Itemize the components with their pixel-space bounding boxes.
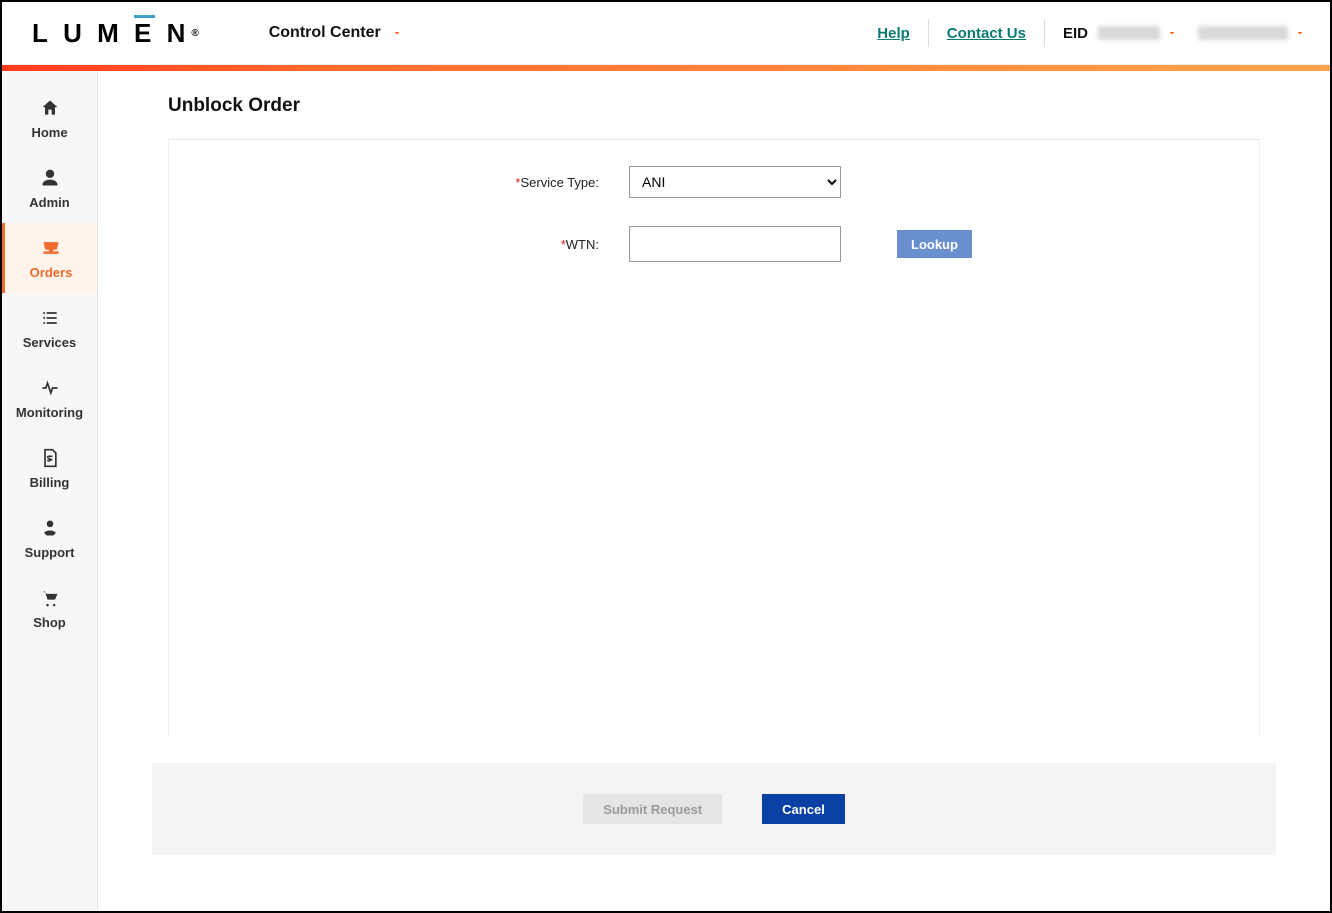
sidebar-item-billing[interactable]: $ Billing: [2, 433, 97, 503]
chevron-down-icon: [1166, 27, 1178, 39]
wtn-input[interactable]: [629, 226, 841, 262]
footer-bar: Submit Request Cancel: [152, 763, 1276, 855]
sidebar-item-label: Services: [23, 335, 77, 350]
help-link[interactable]: Help: [859, 25, 928, 42]
sidebar: Home Admin Orders Services Monitoring $ …: [2, 71, 98, 911]
chevron-down-icon: [391, 27, 403, 39]
submit-request-button: Submit Request: [583, 794, 722, 824]
home-icon: [39, 97, 61, 119]
form-panel: *Service Type: ANI *WTN: Lookup: [168, 140, 1260, 735]
sidebar-item-label: Support: [25, 545, 75, 560]
main: Unblock Order *Service Type: ANI *WTN:: [98, 71, 1330, 911]
eid-dropdown[interactable]: EID: [1045, 25, 1178, 42]
app-dropdown[interactable]: Control Center: [269, 24, 403, 42]
sidebar-item-shop[interactable]: Shop: [2, 573, 97, 643]
service-type-row: *Service Type: ANI: [169, 166, 1259, 198]
lookup-button[interactable]: Lookup: [897, 230, 972, 258]
inbox-icon: [40, 237, 62, 259]
support-icon: [39, 517, 61, 539]
sidebar-item-services[interactable]: Services: [2, 293, 97, 363]
document-dollar-icon: $: [39, 447, 61, 469]
sidebar-item-orders[interactable]: Orders: [2, 223, 97, 293]
sidebar-item-label: Admin: [29, 195, 69, 210]
wtn-row: *WTN: Lookup: [169, 226, 1259, 262]
sidebar-item-monitoring[interactable]: Monitoring: [2, 363, 97, 433]
page-title: Unblock Order: [168, 95, 1260, 117]
app-dropdown-label: Control Center: [269, 24, 381, 42]
svg-text:$: $: [46, 453, 51, 463]
sidebar-item-label: Orders: [30, 265, 73, 280]
redacted-text: [1198, 26, 1288, 40]
wtn-label: *WTN:: [169, 237, 629, 252]
eid-label: EID: [1045, 25, 1092, 42]
activity-icon: [39, 377, 61, 399]
user-icon: [39, 167, 61, 189]
sidebar-item-label: Billing: [30, 475, 70, 490]
user-dropdown[interactable]: [1178, 26, 1306, 40]
sidebar-item-label: Shop: [33, 615, 66, 630]
cart-icon: [39, 587, 61, 609]
sidebar-item-label: Monitoring: [16, 405, 83, 420]
list-icon: [39, 307, 61, 329]
contact-link[interactable]: Contact Us: [929, 25, 1044, 42]
service-type-label: *Service Type:: [169, 175, 629, 190]
header-links: Help Contact Us EID: [859, 19, 1306, 47]
sidebar-item-label: Home: [31, 125, 67, 140]
sidebar-item-admin[interactable]: Admin: [2, 153, 97, 223]
cancel-button[interactable]: Cancel: [762, 794, 845, 824]
redacted-text: [1098, 26, 1160, 40]
logo: L U M E N®: [32, 18, 199, 49]
sidebar-item-support[interactable]: Support: [2, 503, 97, 573]
chevron-down-icon: [1294, 27, 1306, 39]
sidebar-item-home[interactable]: Home: [2, 83, 97, 153]
service-type-select[interactable]: ANI: [629, 166, 841, 198]
header: L U M E N® Control Center Help Contact U…: [2, 2, 1330, 65]
